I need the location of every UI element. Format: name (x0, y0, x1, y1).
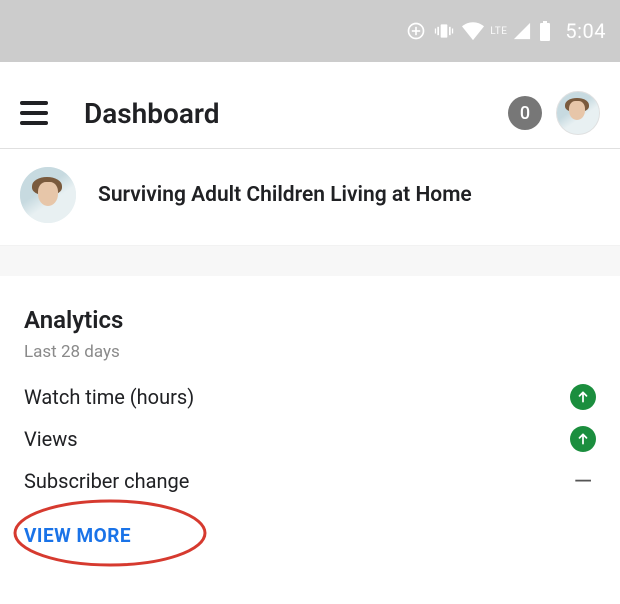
signal-icon (513, 22, 531, 40)
metric-label: Subscriber change (24, 469, 560, 493)
trend-flat-icon: — (570, 467, 596, 495)
section-divider (0, 246, 620, 276)
menu-icon[interactable] (20, 101, 50, 125)
wifi-icon (462, 21, 484, 41)
metric-row-watch-time[interactable]: Watch time (hours) (24, 376, 596, 418)
status-bar: LTE 5:04 (0, 0, 620, 62)
notification-badge[interactable]: 0 (508, 96, 542, 130)
accuracy-icon (406, 21, 426, 41)
analytics-heading: Analytics (24, 306, 596, 334)
battery-icon (539, 21, 551, 41)
metric-label: Watch time (hours) (24, 385, 560, 409)
video-card[interactable]: Surviving Adult Children Living at Home (0, 149, 620, 246)
metric-row-views[interactable]: Views (24, 418, 596, 460)
metric-label: Views (24, 427, 560, 451)
trend-up-icon (570, 426, 596, 452)
profile-avatar[interactable] (556, 91, 600, 135)
network-type: LTE (490, 26, 507, 37)
metric-row-subscriber-change[interactable]: Subscriber change — (24, 460, 596, 502)
view-more-button[interactable]: VIEW MORE (24, 524, 131, 547)
analytics-subheading: Last 28 days (24, 342, 596, 362)
status-time: 5:04 (565, 19, 606, 43)
video-title: Surviving Adult Children Living at Home (98, 183, 472, 207)
app-bar: Dashboard 0 (0, 78, 620, 149)
page-title: Dashboard (84, 97, 220, 130)
trend-up-icon (570, 384, 596, 410)
vibrate-icon (434, 21, 454, 41)
analytics-section: Analytics Last 28 days Watch time (hours… (0, 276, 620, 592)
video-thumbnail (20, 167, 76, 223)
